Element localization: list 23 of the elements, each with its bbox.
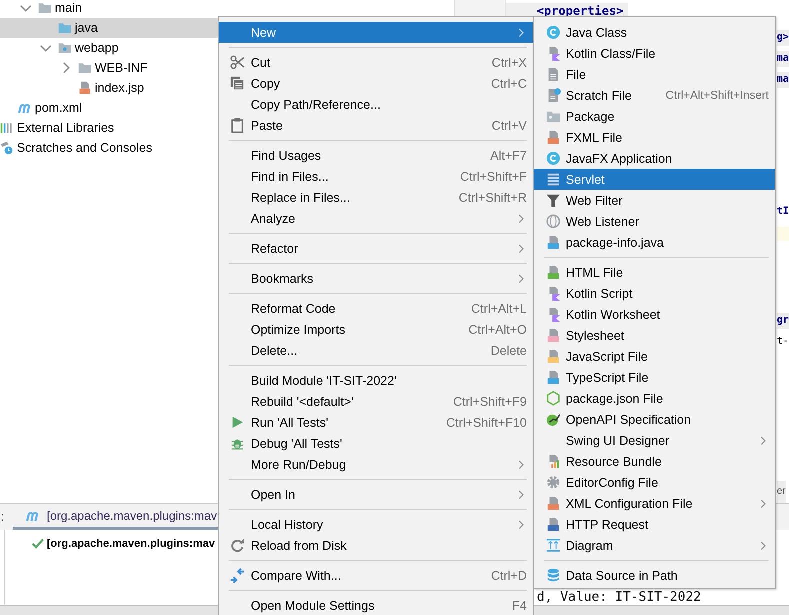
shortcut-label: Ctrl+Shift+R xyxy=(458,190,527,204)
code-text: gr xyxy=(776,313,789,329)
shortcut-label: Ctrl+D xyxy=(491,568,527,582)
shortcut-label: Ctrl+Alt+L xyxy=(471,302,527,316)
console-text: d, Value: IT-SIT-2022 xyxy=(537,591,702,605)
shortcut-label: Delete xyxy=(490,344,527,358)
panel-label: : xyxy=(0,510,6,524)
shortcut-label: Ctrl+Shift+F10 xyxy=(446,416,527,430)
shortcut-label: Ctrl+V xyxy=(492,118,527,132)
code-text: tI xyxy=(776,205,789,219)
shortcut-label: F4 xyxy=(512,598,527,612)
tab-label: er xyxy=(776,481,786,503)
shortcut-label: Ctrl+Alt+O xyxy=(468,322,527,336)
code-text: g> xyxy=(776,30,789,46)
shortcut-label: Ctrl+Alt+Shift+Insert xyxy=(666,90,769,102)
code-text: t- xyxy=(776,335,789,349)
shortcut-label: Alt+F7 xyxy=(490,148,527,162)
shortcut-label: Ctrl+Shift+F9 xyxy=(453,394,527,408)
shortcut-label: Ctrl+X xyxy=(492,56,527,70)
code-text: ma xyxy=(776,72,789,88)
code-text: ma xyxy=(776,51,789,67)
shortcut-label: Ctrl+Shift+F xyxy=(460,170,527,184)
shortcut-label: Ctrl+C xyxy=(491,76,527,90)
